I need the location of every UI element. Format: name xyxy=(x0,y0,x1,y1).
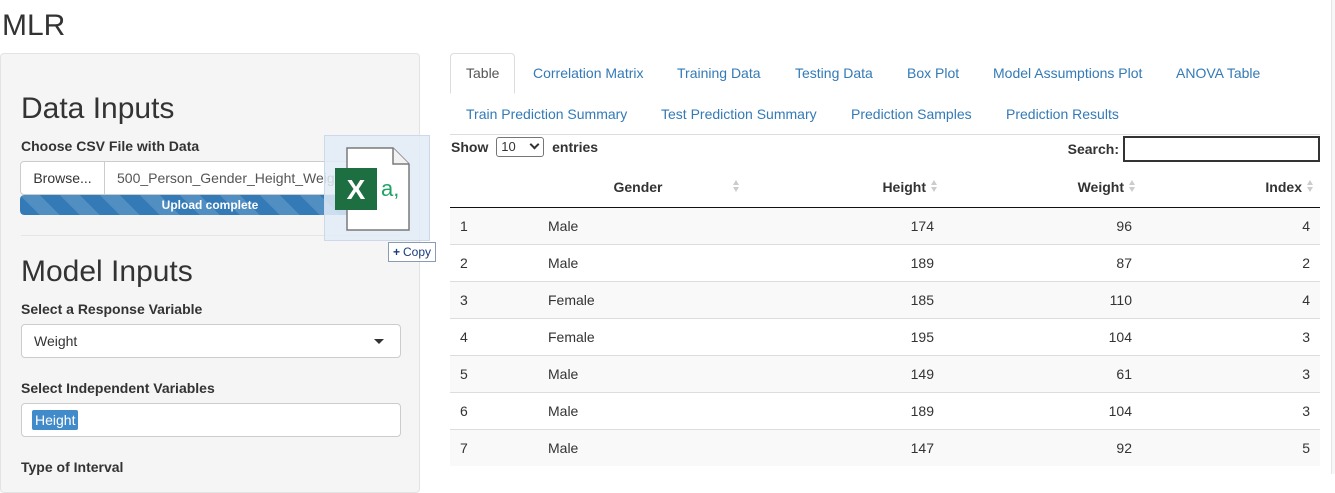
drag-file-overlay: X a, xyxy=(324,135,430,241)
page-length-select[interactable]: 10 xyxy=(496,137,545,157)
cell-rownum: 4 xyxy=(450,317,538,355)
sort-icon xyxy=(733,180,740,194)
column-header-rownum[interactable] xyxy=(450,168,538,208)
cell-index: 5 xyxy=(1142,428,1320,466)
cell-height: 185 xyxy=(746,280,944,318)
tab-testing-data[interactable]: Testing Data xyxy=(780,53,888,94)
cell-gender: Male xyxy=(538,391,746,429)
cell-gender: Male xyxy=(538,207,746,244)
independent-variables-select[interactable]: Height xyxy=(21,403,401,437)
cell-height: 147 xyxy=(746,428,944,466)
cell-height: 195 xyxy=(746,317,944,355)
cell-index: 4 xyxy=(1142,207,1320,244)
table-row: 1 Male 174 96 4 xyxy=(450,207,1320,244)
cell-gender: Female xyxy=(538,280,746,318)
column-header-weight[interactable]: Weight xyxy=(944,168,1142,208)
cell-index: 3 xyxy=(1142,354,1320,392)
cell-rownum: 7 xyxy=(450,428,538,466)
sort-icon xyxy=(1307,180,1314,194)
copy-tooltip: + Copy xyxy=(388,242,437,262)
tab-correlation-matrix[interactable]: Correlation Matrix xyxy=(518,53,658,94)
svg-text:a,: a, xyxy=(381,176,399,201)
table-row: 3 Female 185 110 4 xyxy=(450,280,1320,318)
excel-file-icon: X a, xyxy=(335,147,410,231)
table-row: 7 Male 147 92 5 xyxy=(450,428,1320,466)
cell-rownum: 2 xyxy=(450,243,538,281)
tab-training-data[interactable]: Training Data xyxy=(662,53,776,94)
page-length-value: 10 xyxy=(501,139,516,154)
tab-anova-table[interactable]: ANOVA Table xyxy=(1161,53,1275,94)
cell-height: 189 xyxy=(746,243,944,281)
svg-text:X: X xyxy=(347,174,366,205)
tab-prediction-samples[interactable]: Prediction Samples xyxy=(836,94,987,135)
tab-box-plot[interactable]: Box Plot xyxy=(892,53,974,94)
cell-weight: 87 xyxy=(944,243,1142,281)
response-variable-label: Select a Response Variable xyxy=(21,301,203,317)
window-edge xyxy=(1331,0,1335,474)
cell-weight: 92 xyxy=(944,428,1142,466)
cell-weight: 96 xyxy=(944,207,1142,244)
cell-height: 174 xyxy=(746,207,944,244)
tab-train-prediction-summary[interactable]: Train Prediction Summary xyxy=(451,94,642,135)
tab-model-assumptions-plot[interactable]: Model Assumptions Plot xyxy=(978,53,1157,94)
selected-variable-chip[interactable]: Height xyxy=(32,410,79,430)
tab-table[interactable]: Table xyxy=(450,53,516,94)
column-header-height[interactable]: Height xyxy=(746,168,944,208)
data-inputs-heading: Data Inputs xyxy=(21,92,175,125)
search-label: Search: xyxy=(1067,141,1119,157)
cell-height: 149 xyxy=(746,354,944,392)
file-input-label: Choose CSV File with Data xyxy=(21,138,200,154)
cell-gender: Male xyxy=(538,428,746,466)
copy-label: Copy xyxy=(403,245,432,259)
table-row: 4 Female 195 104 3 xyxy=(450,317,1320,355)
cell-index: 3 xyxy=(1142,317,1320,355)
show-label: Show xyxy=(451,139,489,155)
response-variable-select[interactable]: Weight xyxy=(21,324,401,358)
datatable-controls: Show 10 entries Search: xyxy=(450,136,1320,166)
table-row: 6 Male 189 104 3 xyxy=(450,391,1320,429)
independent-variables-label: Select Independent Variables xyxy=(21,380,215,396)
tab-test-prediction-summary[interactable]: Test Prediction Summary xyxy=(646,94,832,135)
table-row: 2 Male 189 87 2 xyxy=(450,243,1320,281)
plus-icon: + xyxy=(393,245,401,259)
interval-type-label: Type of Interval xyxy=(21,459,124,475)
search-input[interactable] xyxy=(1123,136,1320,162)
cell-rownum: 6 xyxy=(450,391,538,429)
cell-height: 189 xyxy=(746,391,944,429)
cell-weight: 61 xyxy=(944,354,1142,392)
cell-rownum: 1 xyxy=(450,207,538,244)
cell-gender: Female xyxy=(538,317,746,355)
cell-weight: 110 xyxy=(944,280,1142,318)
cell-gender: Male xyxy=(538,354,746,392)
search-control: Search: xyxy=(1068,136,1320,162)
tab-prediction-results[interactable]: Prediction Results xyxy=(991,94,1134,135)
cell-weight: 104 xyxy=(944,391,1142,429)
chevron-down-icon xyxy=(529,139,540,150)
response-variable-value: Weight xyxy=(34,333,78,349)
caret-down-icon xyxy=(374,339,384,344)
model-inputs-heading: Model Inputs xyxy=(21,255,193,288)
table-header-row: Gender Height Weight Index xyxy=(450,168,1320,208)
app-title: MLR xyxy=(2,9,66,42)
data-table: Gender Height Weight Index 1 Male 174 96 4 2… xyxy=(450,168,1320,466)
cell-weight: 104 xyxy=(944,317,1142,355)
tab-bar: Table Correlation Matrix Training Data T… xyxy=(450,53,1320,135)
sort-icon xyxy=(931,180,938,194)
column-header-index[interactable]: Index xyxy=(1142,168,1320,208)
entries-label: entries xyxy=(552,139,599,155)
sort-icon xyxy=(1129,180,1136,194)
cell-gender: Male xyxy=(538,243,746,281)
sidebar-panel: Data Inputs Choose CSV File with Data Br… xyxy=(0,53,420,493)
cell-index: 2 xyxy=(1142,243,1320,281)
cell-rownum: 3 xyxy=(450,280,538,318)
table-row: 5 Male 149 61 3 xyxy=(450,354,1320,392)
cell-index: 4 xyxy=(1142,280,1320,318)
cell-index: 3 xyxy=(1142,391,1320,429)
browse-button[interactable]: Browse... xyxy=(20,161,105,195)
page-length-control: Show 10 entries xyxy=(451,136,598,158)
column-header-gender[interactable]: Gender xyxy=(538,168,746,208)
cell-rownum: 5 xyxy=(450,354,538,392)
